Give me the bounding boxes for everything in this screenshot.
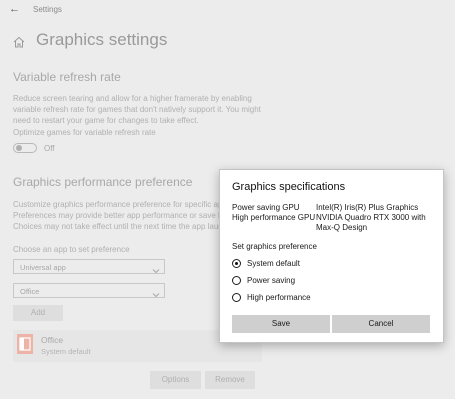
back-arrow-icon[interactable]: ← — [9, 3, 20, 15]
radio-system-default[interactable]: System default — [232, 258, 352, 270]
vrr-toggle[interactable] — [13, 143, 37, 153]
remove-button[interactable]: Remove — [205, 371, 255, 389]
power-saving-gpu-value: Intel(R) Iris(R) Plus Graphics — [316, 203, 419, 212]
vrr-description-line: need to restart your game for changes to… — [13, 116, 199, 125]
vrr-section-title: Variable refresh rate — [13, 70, 121, 84]
vrr-description-line: Reduce screen tearing and allow for a hi… — [13, 94, 252, 103]
settings-window: ← Settings Graphics settings Variable re… — [0, 0, 455, 399]
graphics-specifications-dialog: Graphics specifications Power saving GPU… — [219, 169, 444, 343]
title-bar — [0, 0, 455, 20]
options-button[interactable]: Options — [150, 371, 201, 389]
app-entry-name: Office — [41, 335, 64, 345]
vrr-description-line: variable refresh rate for games that don… — [13, 105, 261, 114]
save-button[interactable]: Save — [232, 315, 330, 333]
chevron-down-icon — [152, 286, 160, 304]
page-title: Graphics settings — [36, 30, 168, 49]
chevron-down-icon — [152, 262, 160, 280]
high-performance-gpu-value: NVIDIA Quadro RTX 3000 with Max-Q Design — [316, 213, 426, 233]
radio-label: Power saving — [247, 276, 296, 285]
gpp-description-line: Choices may not take effect until the ne… — [13, 222, 227, 231]
radio-label: High performance — [247, 293, 311, 302]
high-performance-gpu-label: High performance GPU — [232, 213, 316, 222]
office-app-icon — [17, 334, 33, 354]
add-button[interactable]: Add — [13, 305, 63, 321]
gpu-value-line: Max-Q Design — [316, 223, 368, 232]
window-title: Settings — [33, 5, 62, 14]
vrr-description: Reduce screen tearing and allow for a hi… — [13, 93, 261, 126]
home-icon[interactable] — [13, 35, 25, 53]
choose-app-label: Choose an app to set preference — [13, 245, 130, 254]
vrr-toggle-label: Optimize games for variable refresh rate — [13, 128, 156, 137]
cancel-button[interactable]: Cancel — [332, 315, 430, 333]
app-select-dropdown[interactable]: Office — [13, 283, 165, 298]
radio-high-performance[interactable]: High performance — [232, 292, 352, 304]
gpp-description-line: Customize graphics performance preferenc… — [13, 200, 227, 209]
radio-label: System default — [247, 259, 300, 268]
toggle-knob — [16, 145, 22, 151]
gpp-description: Customize graphics performance preferenc… — [13, 199, 227, 232]
radio-selected-icon — [232, 259, 241, 268]
gpu-value-line: NVIDIA Quadro RTX 3000 with — [316, 213, 426, 222]
gpp-description-line: Preferences may provide better app perfo… — [13, 211, 227, 220]
radio-unselected-icon — [232, 293, 241, 302]
vrr-toggle-state: Off — [44, 144, 55, 153]
radio-power-saving[interactable]: Power saving — [232, 275, 352, 287]
radio-unselected-icon — [232, 276, 241, 285]
app-type-dropdown[interactable]: Universal app — [13, 259, 165, 274]
dialog-title: Graphics specifications — [232, 181, 346, 193]
power-saving-gpu-label: Power saving GPU — [232, 203, 300, 212]
app-select-value: Office — [20, 287, 40, 296]
app-entry-status: System default — [41, 347, 91, 356]
set-preference-label: Set graphics preference — [232, 242, 317, 251]
gpp-section-title: Graphics performance preference — [13, 175, 193, 189]
app-type-value: Universal app — [20, 263, 66, 272]
